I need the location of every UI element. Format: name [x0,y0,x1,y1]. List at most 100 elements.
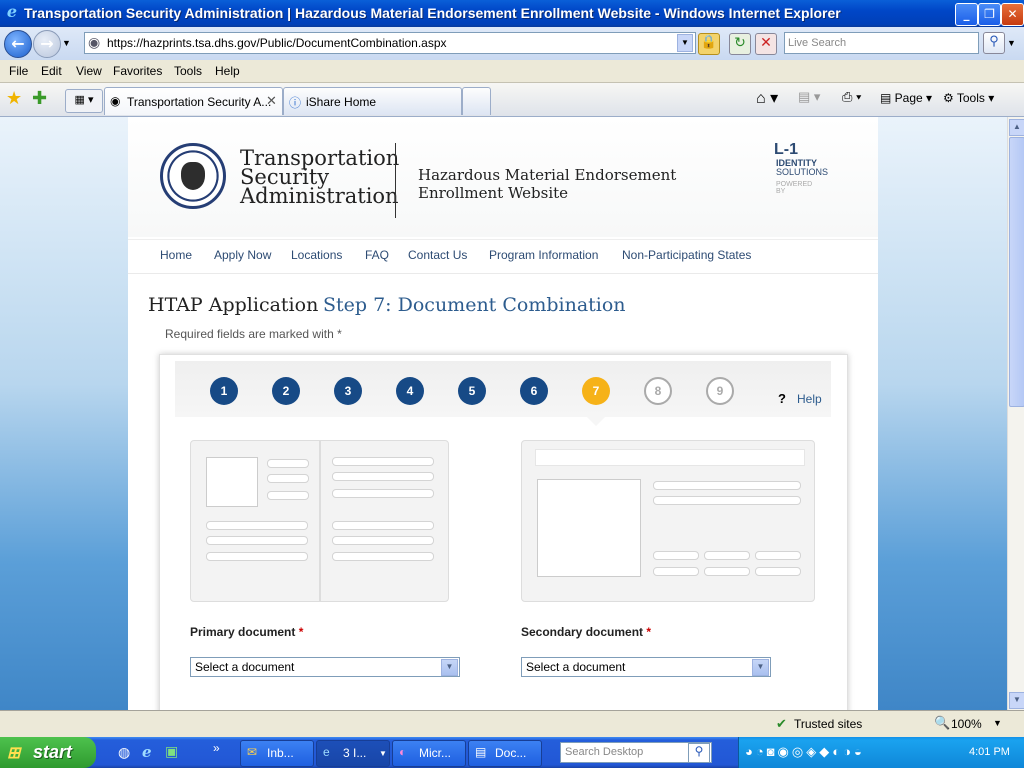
primary-document-select[interactable]: Select a document ▼ [190,657,460,677]
nav-locations[interactable]: Locations [291,248,342,262]
feeds-icon[interactable]: ▤ ▾ [798,89,820,105]
step-5[interactable]: 5 [458,377,486,405]
tab-tsa[interactable]: ◉ Transportation Security A... ✕ [104,87,283,115]
secondary-document-select[interactable]: Select a document ▼ [521,657,771,677]
step-4[interactable]: 4 [396,377,424,405]
step-1[interactable]: 1 [210,377,238,405]
tab-bar: ★ ✚ ▦ ▾ ◉ Transportation Security A... ✕… [0,83,1024,117]
maximize-button[interactable]: ❐ [978,3,1001,26]
scroll-down-icon[interactable]: ▼ [1009,692,1024,709]
clock[interactable]: 4:01 PM [969,746,1010,758]
start-button[interactable]: ⊞ start [0,737,96,768]
tab-ishare[interactable]: ⓘ iShare Home [283,87,462,115]
page-container: Transportation Security Administration H… [128,117,878,710]
step-6[interactable]: 6 [520,377,548,405]
scroll-up-icon[interactable]: ▲ [1009,119,1024,136]
web-content: Transportation Security Administration H… [0,117,1007,710]
window-title-bar[interactable]: e Transportation Security Administration… [0,0,1024,27]
tab-ishare-label: iShare Home [306,95,377,109]
taskbar-button-inbox[interactable]: ✉ Inb... [240,740,314,767]
nav-apply-now[interactable]: Apply Now [214,248,271,262]
menu-favorites[interactable]: Favorites [113,64,162,78]
minimize-button[interactable]: _ [955,3,978,26]
card-photo-placeholder [537,479,641,577]
trusted-sites-icon: ✔ [776,716,787,731]
menu-tools[interactable]: Tools [174,64,202,78]
lock-icon[interactable]: 🔒 [698,33,720,55]
refresh-icon[interactable]: ↻ [729,33,751,55]
search-icon[interactable]: ⚲ [983,32,1005,54]
nav-contact-us[interactable]: Contact Us [408,248,467,262]
step-9: 9 [706,377,734,405]
menu-bar: File Edit View Favorites Tools Help [0,60,1024,83]
nav-program-information[interactable]: Program Information [489,248,598,262]
address-bar: ← → ▼ ◉ https://hazprints.tsa.dhs.gov/Pu… [0,27,1024,60]
app-icon: ◐ [399,745,407,759]
home-icon[interactable]: ⌂ ▾ [756,88,778,108]
menu-view[interactable]: View [76,64,102,78]
zoom-icon[interactable]: 🔍 [934,715,950,731]
more-quicklaunch-icon[interactable]: » [213,741,220,755]
nav-faq[interactable]: FAQ [365,248,389,262]
search-options-icon[interactable]: ▼ [1007,38,1016,48]
ie-icon: e [6,2,18,21]
step-8: 8 [644,377,672,405]
new-tab-button[interactable] [462,87,491,115]
recent-pages-dropdown-icon[interactable]: ▼ [62,38,71,48]
photo-placeholder [206,457,258,507]
url-text: https://hazprints.tsa.dhs.gov/Public/Doc… [107,36,447,50]
required-note: Required fields are marked with * [165,327,342,341]
tools-menu[interactable]: ⚙ Tools ▾ [943,91,994,105]
application-panel: 1 2 3 4 5 6 7 8 9 ? Help Primary documen… [159,354,848,710]
back-button[interactable]: ← [4,30,32,58]
desktop-search-icon[interactable]: ⚲ [688,743,710,763]
step-title: Step 7: Document Combination [323,294,626,316]
url-field[interactable]: ◉ https://hazprints.tsa.dhs.gov/Public/D… [84,32,696,54]
nav-non-participating-states[interactable]: Non-Participating States [622,248,751,262]
page-menu[interactable]: ▤ Page ▾ [880,91,932,105]
help-icon[interactable]: ? [778,391,786,406]
forward-button[interactable]: → [33,30,61,58]
taskbar-button-microsoft[interactable]: ◐ Micr... [392,740,466,767]
ie-quicklaunch-icon[interactable]: e [142,743,152,761]
zoom-level[interactable]: 100% [951,717,982,731]
page-title: HTAP Application [148,294,319,316]
show-desktop-icon[interactable]: ◍ [118,744,130,761]
l1-identity-logo: L-1 IDENTITY SOLUTIONS POWERED BY [774,141,829,195]
favorites-star-icon[interactable]: ★ [6,88,22,109]
scroll-thumb[interactable] [1009,137,1024,407]
secondary-document-label: Secondary document * [521,625,652,639]
step-3[interactable]: 3 [334,377,362,405]
close-button[interactable]: ✕ [1001,3,1024,26]
help-link[interactable]: Help [797,392,822,406]
step-2[interactable]: 2 [272,377,300,405]
vertical-scrollbar[interactable]: ▲ ▼ [1007,117,1024,710]
chevron-down-icon: ▼ [752,659,769,676]
menu-file[interactable]: File [9,64,28,78]
menu-help[interactable]: Help [215,64,240,78]
close-tab-icon[interactable]: ✕ [266,93,277,109]
taskbar-button-ie-group[interactable]: e3 I... ▼ [316,740,390,767]
group-dropdown-icon: ▼ [379,749,387,758]
taskbar: ⊞ start ◍ e ▣ » ✉ Inb... e3 I... ▼ ◐ Micr.… [0,737,1024,768]
excel-quicklaunch-icon[interactable]: ▣ [165,743,178,760]
menu-edit[interactable]: Edit [41,64,62,78]
nav-home[interactable]: Home [160,248,192,262]
quick-tabs-icon[interactable]: ▦ ▾ [65,89,103,113]
info-tab-icon: ⓘ [289,96,302,110]
tsa-tab-icon: ◉ [110,94,121,108]
stop-icon[interactable]: ✕ [755,33,777,55]
url-dropdown-icon[interactable]: ▼ [677,34,693,52]
word-doc-icon: ▤ [475,745,487,759]
live-search-input[interactable]: Live Search [784,32,979,54]
print-icon[interactable]: ⎙ ▾ [842,89,861,105]
chevron-down-icon: ▼ [441,659,458,676]
ie-group-icon: e [323,745,330,759]
windows-logo-icon: ⊞ [7,745,21,762]
add-favorites-icon[interactable]: ✚ [32,88,47,109]
taskbar-button-document[interactable]: ▤ Doc... [468,740,542,767]
zoom-dropdown-icon[interactable]: ▼ [993,718,1002,728]
page-icon: ◉ [88,34,101,50]
agency-name: Transportation Security Administration [240,146,400,208]
tray-icons[interactable]: ◕◔◙◉◎◈◆◐◑◒ [745,744,865,760]
